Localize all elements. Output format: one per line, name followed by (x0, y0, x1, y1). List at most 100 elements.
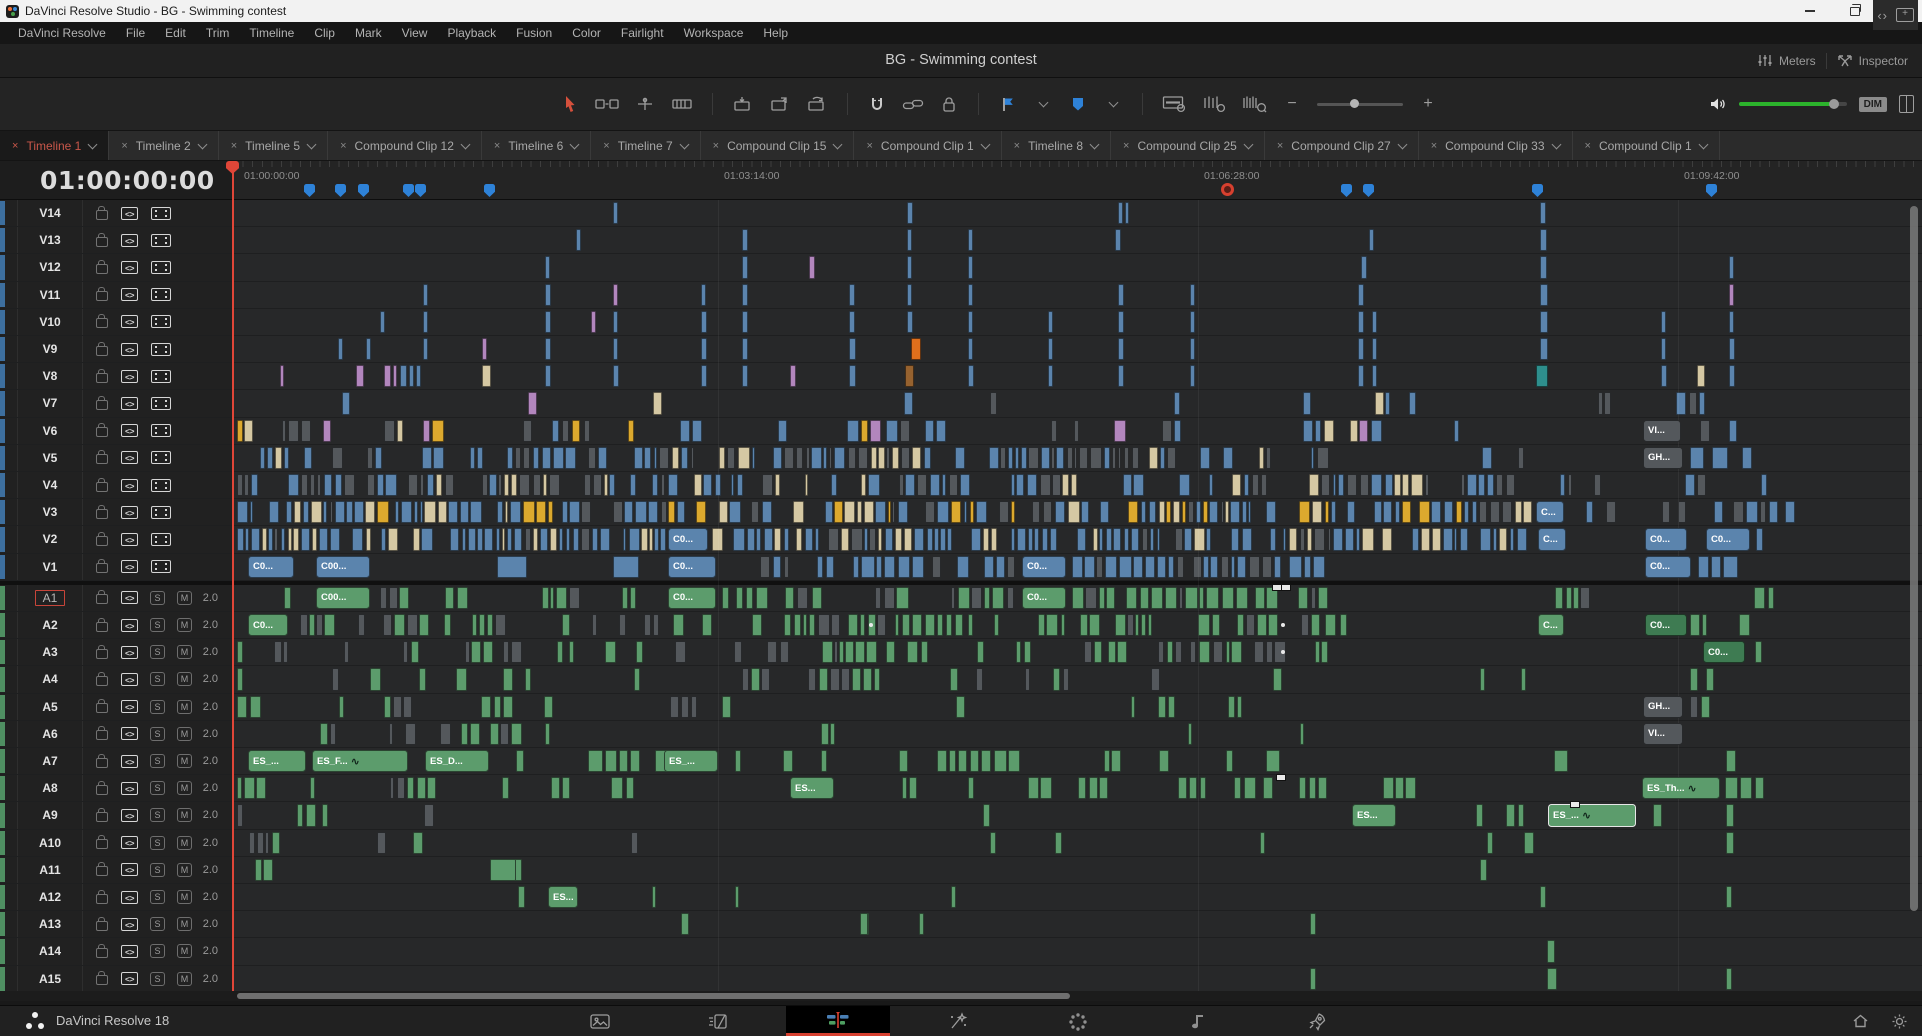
auto-select-icon[interactable]: <> (121, 370, 138, 383)
audio-clip[interactable] (1188, 723, 1193, 745)
video-clip[interactable] (1106, 528, 1111, 550)
video-clip[interactable] (1460, 528, 1468, 550)
video-clip[interactable] (1175, 528, 1184, 550)
video-clip[interactable] (864, 501, 874, 523)
track-header-A10[interactable]: A10<>SM2.0 (0, 830, 232, 857)
chevron-down-icon[interactable] (1551, 139, 1561, 149)
video-clip[interactable] (764, 528, 773, 550)
video-clip[interactable] (1221, 556, 1229, 578)
solo-button[interactable]: S (150, 754, 165, 768)
audio-clip[interactable] (794, 614, 801, 636)
audio-clip[interactable] (322, 804, 327, 826)
audio-clip[interactable] (377, 832, 387, 854)
keyframe-flag[interactable] (1570, 801, 1580, 808)
timeline-view-full[interactable] (1162, 93, 1187, 115)
tab-compound-clip-33[interactable]: ×Compound Clip 33 (1419, 131, 1573, 160)
video-clip[interactable] (912, 556, 925, 578)
audio-clip[interactable] (1518, 804, 1524, 826)
video-clip[interactable] (1490, 501, 1500, 523)
mute-button[interactable]: M (177, 645, 192, 659)
close-tab-icon[interactable]: × (1277, 140, 1283, 152)
video-clip[interactable] (1021, 447, 1027, 469)
video-clip[interactable] (1456, 501, 1463, 523)
video-clip[interactable] (1203, 556, 1208, 578)
video-clip[interactable] (1011, 474, 1015, 496)
video-clip[interactable] (593, 474, 602, 496)
video-clip[interactable] (1303, 420, 1313, 442)
close-tab-icon[interactable]: × (1123, 140, 1129, 152)
video-clip[interactable] (1142, 528, 1148, 550)
video-clip[interactable] (424, 501, 435, 523)
audio-clip[interactable] (592, 614, 597, 636)
audio-clip[interactable] (490, 859, 516, 881)
horizontal-scrollbar-thumb[interactable] (237, 993, 1070, 999)
mute-button[interactable]: M (177, 700, 192, 714)
video-clip[interactable] (871, 447, 877, 469)
auto-select-icon[interactable]: <> (121, 700, 138, 713)
video-clip[interactable] (1540, 338, 1548, 360)
video-clip[interactable] (1729, 338, 1735, 360)
video-clip[interactable] (1149, 447, 1158, 469)
video-clip[interactable] (1661, 338, 1666, 360)
video-clip[interactable] (1479, 501, 1487, 523)
video-clip[interactable] (460, 501, 469, 523)
close-tab-icon[interactable]: × (340, 140, 346, 152)
audio-clip[interactable] (1255, 587, 1265, 609)
video-clip[interactable] (829, 447, 832, 469)
video-clip[interactable] (898, 556, 911, 578)
audio-clip[interactable] (803, 614, 808, 636)
video-clip[interactable] (600, 528, 610, 550)
audio-clip[interactable] (403, 641, 408, 663)
video-clip[interactable] (1412, 528, 1420, 550)
video-clip[interactable] (420, 501, 423, 523)
audio-clip[interactable] (605, 641, 616, 663)
audio-clip[interactable]: C0... (1703, 641, 1745, 663)
video-clip[interactable] (1209, 474, 1213, 496)
video-clip[interactable] (934, 528, 939, 550)
tab-timeline-5[interactable]: ×Timeline 5 (219, 131, 328, 160)
video-clip[interactable]: C0... (1645, 528, 1687, 550)
video-clip[interactable] (533, 447, 540, 469)
video-clip[interactable] (423, 284, 428, 306)
audio-clip[interactable] (483, 641, 492, 663)
video-clip[interactable] (742, 256, 748, 278)
video-clip[interactable] (1184, 528, 1191, 550)
track-header-V13[interactable]: V13<> (0, 227, 232, 254)
video-clip[interactable] (793, 501, 804, 523)
video-clip[interactable] (1270, 528, 1276, 550)
video-clip[interactable] (1760, 501, 1767, 523)
timeline-ruler[interactable]: 01:00:00:0001:03:14:0001:06:28:0001:09:4… (233, 161, 1922, 200)
audio-clip[interactable] (1266, 750, 1280, 772)
audio-clip[interactable] (511, 641, 522, 663)
video-clip[interactable] (1100, 501, 1109, 523)
video-clip[interactable] (523, 501, 535, 523)
audio-clip[interactable] (1199, 641, 1210, 663)
audio-clip[interactable] (1506, 804, 1515, 826)
audio-clip[interactable] (984, 587, 990, 609)
video-clip[interactable] (1480, 528, 1492, 550)
video-clip[interactable] (1333, 528, 1343, 550)
video-clip[interactable] (634, 447, 643, 469)
video-clip[interactable] (1369, 229, 1374, 251)
audio-clip[interactable] (1111, 750, 1121, 772)
video-clip[interactable] (999, 501, 1009, 523)
video-clip[interactable] (1560, 474, 1565, 496)
video-clip[interactable] (1221, 501, 1225, 523)
video-clip[interactable] (858, 447, 869, 469)
video-clip[interactable] (756, 528, 761, 550)
video-clip[interactable] (365, 501, 376, 523)
audio-clip[interactable] (1653, 804, 1662, 826)
video-clip[interactable] (545, 338, 551, 360)
video-clip[interactable] (1043, 501, 1052, 523)
audio-clip[interactable] (702, 614, 712, 636)
video-clip[interactable] (377, 474, 384, 496)
video-clip[interactable] (1124, 447, 1129, 469)
track-header-A12[interactable]: A12<>SM2.0 (0, 884, 232, 911)
audio-clip[interactable] (797, 587, 808, 609)
video-clip[interactable] (1395, 501, 1400, 523)
video-clip[interactable] (552, 420, 559, 442)
audio-clip[interactable] (1131, 696, 1136, 718)
audio-clip[interactable] (681, 913, 689, 935)
inspector-button[interactable]: Inspector (1837, 53, 1908, 68)
video-clip[interactable] (1231, 528, 1239, 550)
